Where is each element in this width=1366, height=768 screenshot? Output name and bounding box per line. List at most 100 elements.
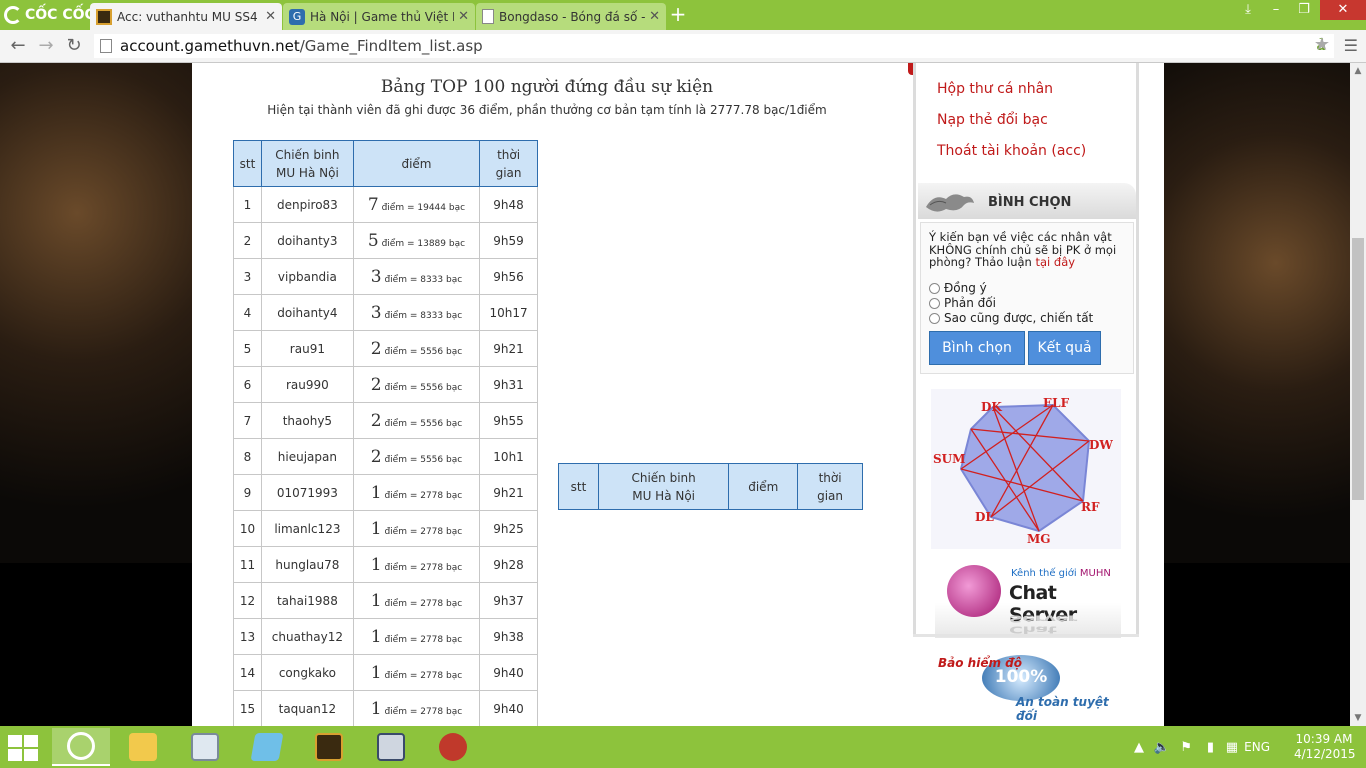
table-row: 3 vipbandia 3 điểm = 8333 bạc 9h56 (233, 258, 538, 295)
performance-icon (191, 733, 219, 761)
tab-active[interactable]: Acc: vuthanhtu MU SS4 SS ✕ (90, 3, 282, 30)
taskbar-network[interactable] (362, 728, 420, 766)
radio-icon[interactable] (929, 282, 940, 294)
windows-start-icon[interactable] (8, 735, 38, 761)
points-value: 2 (370, 446, 382, 467)
battery-icon[interactable]: ▮ (1207, 740, 1214, 755)
table-row: 4 doihanty4 3 điểm = 8333 bạc 10h17 (233, 294, 538, 331)
close-tab-icon[interactable]: ✕ (649, 9, 660, 24)
language-indicator[interactable]: ENG (1244, 740, 1270, 754)
maximize-button[interactable]: ❐ (1290, 0, 1318, 20)
vote-result-button[interactable]: Kết quả (1028, 331, 1101, 365)
mu-favicon-icon (96, 8, 112, 25)
taskbar-app-red[interactable] (424, 728, 482, 766)
radio-icon[interactable] (929, 297, 940, 309)
scroll-thumb[interactable] (1352, 238, 1364, 500)
link-topup[interactable]: Nạp thẻ đổi bạc (937, 112, 1048, 128)
flag-icon[interactable]: ⚑ (1180, 740, 1192, 755)
address-bar[interactable]: account.gamethuvn.net/Game_FindItem_list… (94, 34, 1334, 58)
vote-discussion-link[interactable]: tại đây (1036, 255, 1076, 269)
scroll-up-icon[interactable]: ▲ (1350, 63, 1366, 79)
taskbar-mu-game[interactable] (300, 728, 358, 766)
cell-time: 9h40 (479, 654, 538, 691)
cell-name: doihanty3 (260, 222, 354, 259)
reload-icon[interactable]: ↻ (62, 34, 86, 58)
chat-banner-reflection: Chat Server (1009, 613, 1077, 635)
download-icon[interactable]: ⤓ (1234, 0, 1262, 20)
network-icon (377, 733, 405, 761)
cell-points: 2 điểm = 5556 bạc (352, 366, 481, 403)
insurance-banner[interactable]: 100% Bảo hiểm độ An toàn tuyệt đối (934, 651, 1120, 723)
link-inbox[interactable]: Hộp thư cá nhân (937, 81, 1053, 97)
cell-stt: 3 (233, 258, 262, 295)
cell-points: 1 điểm = 2778 bạc (352, 546, 481, 583)
close-tab-icon[interactable]: ✕ (458, 9, 469, 24)
table-row: 6 rau990 2 điểm = 5556 bạc 9h31 (233, 366, 538, 403)
points-value: 1 (370, 482, 382, 503)
cell-time: 10h1 (479, 438, 538, 475)
taskbar-coccoc[interactable] (52, 728, 110, 766)
close-tab-icon[interactable]: ✕ (265, 9, 276, 24)
link-logout[interactable]: Thoát tài khoản (acc) (937, 143, 1086, 159)
close-window-button[interactable]: ✕ (1320, 0, 1366, 20)
points-value: 1 (370, 698, 382, 719)
volume-icon[interactable]: 🔈 (1154, 740, 1170, 755)
gamethuvn-favicon-icon: G (289, 8, 305, 25)
cell-stt: 4 (233, 294, 262, 331)
page-scrollbar[interactable]: ▲ ▼ (1350, 63, 1366, 726)
new-tab-button[interactable]: + (668, 4, 688, 25)
points-value: 2 (370, 374, 382, 395)
tray-expand-icon[interactable]: ▲ (1134, 740, 1144, 755)
cell-stt: 10 (233, 510, 262, 547)
page-favicon-icon (482, 9, 494, 24)
tab-bongdaso[interactable]: Bongdaso - Bóng đá số - T ✕ (476, 3, 666, 30)
cell-time: 9h40 (479, 690, 538, 726)
minimize-button[interactable]: – (1262, 0, 1290, 20)
points-detail: điểm = 2778 bạc (384, 706, 463, 717)
vote-option-whatever[interactable]: Sao cũng được, chiến tất (929, 311, 1093, 325)
scroll-down-icon[interactable]: ▼ (1350, 710, 1366, 726)
cell-stt: 14 (233, 654, 262, 691)
table-row: 14 congkako 1 điểm = 2778 bạc 9h40 (233, 654, 538, 691)
cell-points: 3 điểm = 8333 bạc (352, 258, 481, 295)
network-tray-icon[interactable]: ▦ (1226, 740, 1238, 755)
table-row: 7 thaohy5 2 điểm = 5556 bạc 9h55 (233, 402, 538, 439)
vote-option-disagree[interactable]: Phản đối (929, 296, 996, 310)
radio-icon[interactable] (929, 312, 940, 324)
browser-menu-icon[interactable]: ☰ (1344, 36, 1358, 55)
cell-name: denpiro83 (260, 186, 354, 223)
class-relation-diagram: DK ELF DW RF MG DL SUM (931, 389, 1121, 549)
cell-stt: 5 (233, 330, 262, 367)
main-content: Bảng TOP 100 người đứng đầu sự kiện Hiện… (192, 63, 1164, 726)
col-points: điểm (352, 140, 481, 187)
cell-name: taquan12 (260, 690, 354, 726)
forward-icon[interactable]: → (34, 34, 58, 58)
points-value: 3 (370, 302, 382, 323)
browser-brand[interactable]: CỐC CỐC (4, 4, 95, 26)
points-detail: điểm = 5556 bạc (384, 418, 463, 429)
class-label: ELF (1043, 396, 1070, 410)
points-detail: điểm = 5556 bạc (384, 346, 463, 357)
cell-points: 5 điểm = 13889 bạc (352, 222, 481, 259)
table-row: 5 rau91 2 điểm = 5556 bạc 9h21 (233, 330, 538, 367)
cell-time: 9h59 (479, 222, 538, 259)
clock[interactable]: 10:39 AM 4/12/2015 (1294, 732, 1356, 762)
tab-hanoi[interactable]: G Hà Nội | Game thủ Việt Na ✕ (283, 3, 475, 30)
points-detail: điểm = 2778 bạc (384, 526, 463, 537)
vote-box: Ý kiến bạn về việc các nhân vật KHÔNG ch… (920, 222, 1134, 374)
cell-stt: 6 (233, 366, 262, 403)
coccoc-logo-icon (4, 6, 22, 24)
taskbar-monitor[interactable] (176, 728, 234, 766)
taskbar-notepad[interactable] (238, 728, 296, 766)
cell-points: 1 điểm = 2778 bạc (352, 690, 481, 726)
cell-stt: 1 (233, 186, 262, 223)
background-art-left (0, 63, 192, 563)
notepad-icon (250, 733, 284, 761)
bookmark-star-icon[interactable]: ★ (1314, 34, 1330, 55)
back-icon[interactable]: ← (6, 34, 30, 58)
vote-option-agree[interactable]: Đồng ý (929, 281, 987, 295)
chat-server-banner[interactable]: Kênh thế giới MUHN Chat Server Chat Serv… (935, 550, 1121, 638)
vote-submit-button[interactable]: Bình chọn (929, 331, 1025, 365)
points-value: 5 (367, 230, 379, 251)
taskbar-explorer[interactable] (114, 728, 172, 766)
